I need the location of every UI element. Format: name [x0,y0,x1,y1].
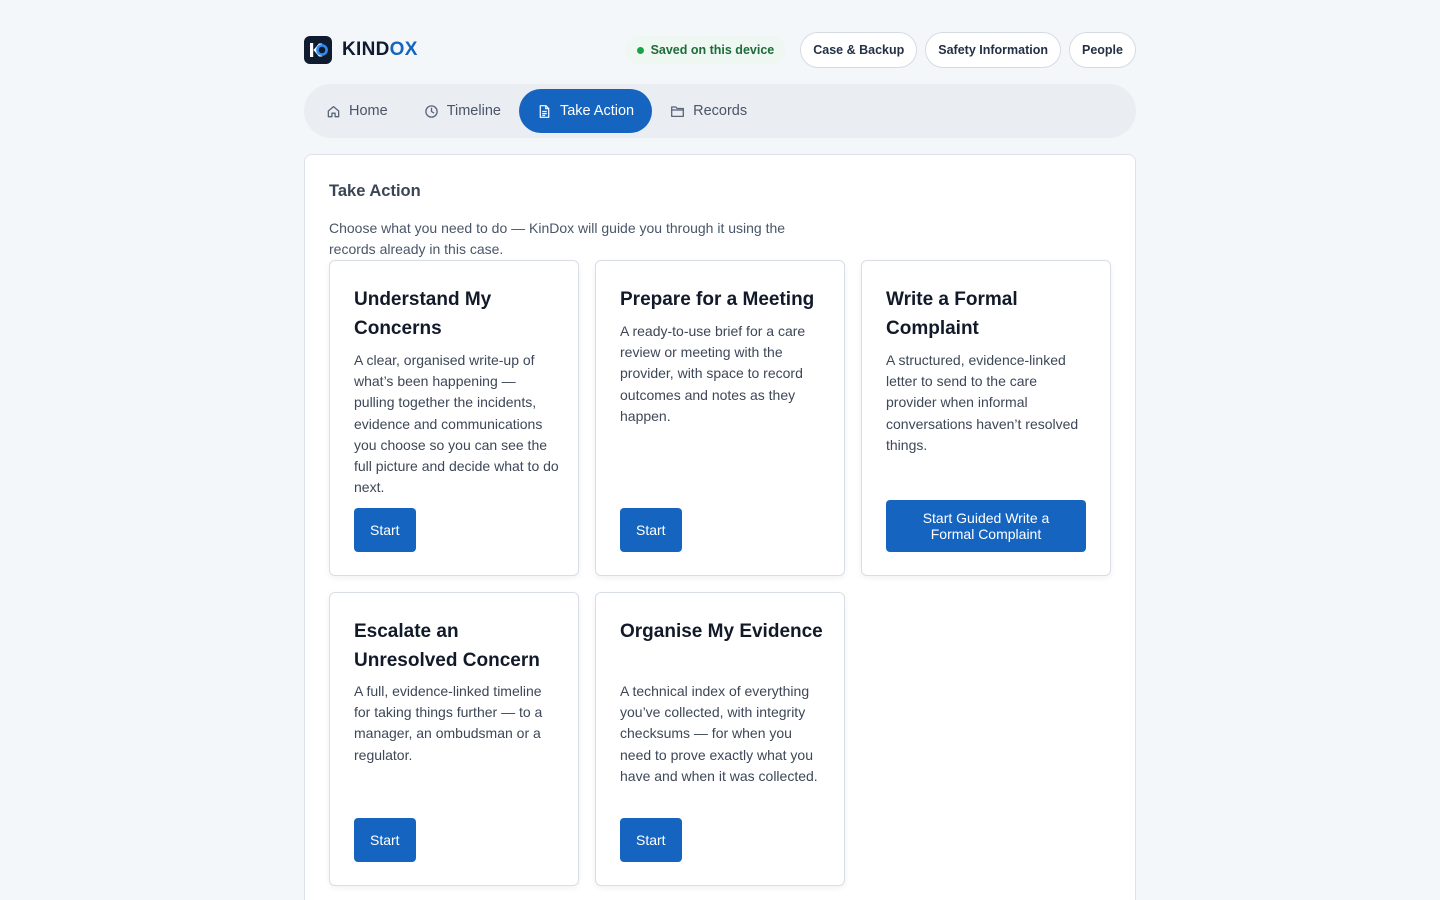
card-title: Organise My Evidence [620,621,823,642]
page-title: Take Action [329,182,421,200]
header-actions: Saved on this device Case & Backup Safet… [624,32,1136,68]
card-title: Prepare for a Meeting [620,289,815,310]
card-title: Write a Formal Complaint [886,289,1018,339]
main-nav: Home Timeline Take Action Records [304,84,1136,138]
tab-home-label: Home [349,103,388,119]
action-card-understand-concerns: Understand My Concerns A clear, organise… [329,260,579,576]
start-formal-complaint-button[interactable]: Start Guided Write a Formal Complaint [886,500,1086,552]
start-understand-concerns-button[interactable]: Start [354,508,416,552]
case-backup-button[interactable]: Case & Backup [800,32,918,68]
home-icon [327,105,340,117]
card-description: A clear, organised write-up of what’s be… [354,352,559,496]
brand-name: KINDOX [342,39,418,61]
tab-timeline-label: Timeline [446,103,501,119]
saved-status-text: Saved on this device [650,43,775,57]
start-escalate-concern-button[interactable]: Start [354,818,416,862]
card-title: Understand My Concerns [354,289,492,339]
card-description: A technical index of everything you’ve c… [620,683,818,784]
tab-records-label: Records [693,103,748,119]
card-description: A structured, evidence-linked letter to … [886,352,1079,453]
people-button[interactable]: People [1069,32,1136,68]
safety-information-button[interactable]: Safety Information [925,32,1061,68]
tab-home[interactable]: Home [308,89,406,133]
page-description: Choose what you need to do — KinDox will… [329,220,786,257]
action-card-escalate-concern: Escalate an Unresolved Concern A full, e… [329,592,579,886]
action-card-organise-evidence: Organise My Evidence A technical index o… [595,592,845,886]
folder-icon [671,105,685,117]
tab-timeline[interactable]: Timeline [406,89,519,133]
status-dot-icon [636,46,644,54]
document-icon [539,104,550,118]
app-root: KINDOX Saved on this device Case & Backu… [304,0,1136,900]
start-prepare-meeting-button[interactable]: Start [620,508,682,552]
tab-take-action-label: Take Action [559,103,635,119]
card-description: A full, evidence-linked timeline for tak… [354,683,543,763]
brand[interactable]: KINDOX [304,36,418,64]
take-action-panel: Take Action Choose what you need to do —… [304,154,1136,900]
action-card-formal-complaint: Write a Formal Complaint A structured, e… [861,260,1111,576]
brand-name-suffix: OX [389,39,418,60]
clock-icon [424,104,438,118]
start-organise-evidence-button[interactable]: Start [620,818,682,862]
kindox-logo-icon [304,36,332,64]
tab-records[interactable]: Records [652,89,765,133]
tab-take-action[interactable]: Take Action [518,89,653,133]
card-title: Escalate an Unresolved Concern [354,621,540,671]
action-card-prepare-meeting: Prepare for a Meeting A ready-to-use bri… [595,260,845,576]
brand-name-prefix: KIND [342,39,390,60]
card-description: A ready-to-use brief for a care review o… [620,323,806,424]
saved-status-badge: Saved on this device [624,36,787,64]
